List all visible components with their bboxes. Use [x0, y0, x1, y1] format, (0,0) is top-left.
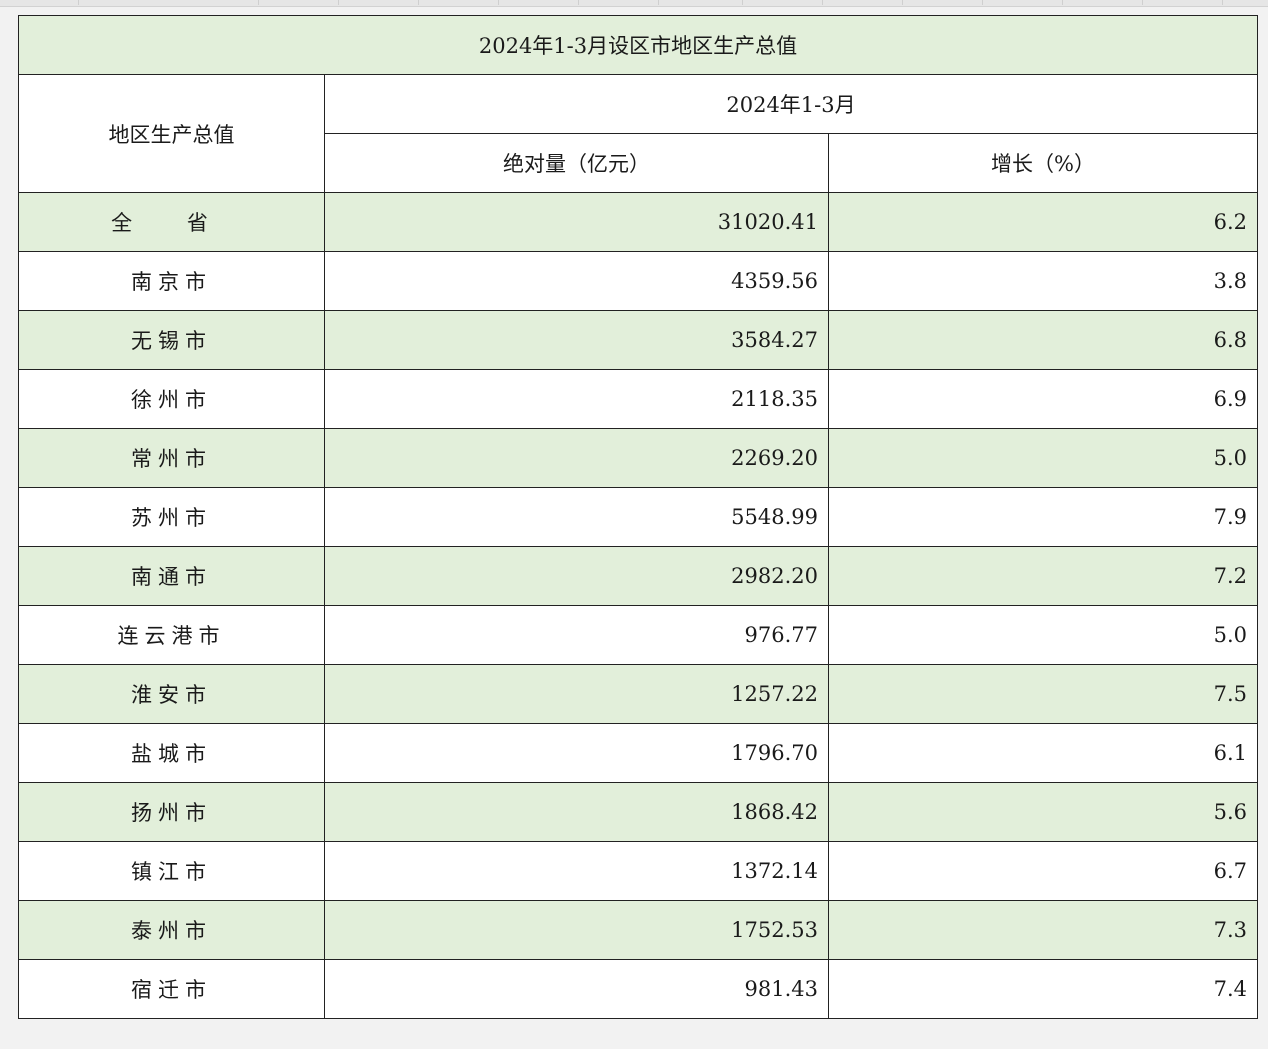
region-cell: 全 省: [18, 192, 325, 252]
region-cell: 盐城市: [18, 723, 325, 783]
row-header-gdp: 地区生产总值: [18, 74, 325, 193]
table-row: 全 省 31020.41 6.2: [18, 192, 1258, 252]
growth-value-cell: 7.5: [828, 664, 1258, 724]
growth-value-cell: 5.0: [828, 428, 1258, 488]
region-cell: 苏州市: [18, 487, 325, 547]
gdp-table: 2024年1-3月设区市地区生产总值 地区生产总值 2024年1-3月 绝对量（…: [18, 15, 1258, 1019]
table-row: 连云港市 976.77 5.0: [18, 605, 1258, 665]
absolute-value-cell: 1372.14: [324, 841, 829, 901]
absolute-value-cell: 1796.70: [324, 723, 829, 783]
region-cell: 连云港市: [18, 605, 325, 665]
region-cell: 徐州市: [18, 369, 325, 429]
absolute-value-cell: 3584.27: [324, 310, 829, 370]
table-row: 宿迁市 981.43 7.4: [18, 959, 1258, 1019]
growth-value-cell: 6.7: [828, 841, 1258, 901]
table-row: 镇江市 1372.14 6.7: [18, 841, 1258, 901]
absolute-value-cell: 4359.56: [324, 251, 829, 311]
period-header: 2024年1-3月: [324, 74, 1258, 134]
table-row: 苏州市 5548.99 7.9: [18, 487, 1258, 547]
table-row: 无锡市 3584.27 6.8: [18, 310, 1258, 370]
growth-value-cell: 3.8: [828, 251, 1258, 311]
col-header-growth: 增长（%）: [828, 133, 1258, 193]
table-row: 泰州市 1752.53 7.3: [18, 900, 1258, 960]
table-row: 徐州市 2118.35 6.9: [18, 369, 1258, 429]
absolute-value-cell: 5548.99: [324, 487, 829, 547]
region-cell: 常州市: [18, 428, 325, 488]
growth-value-cell: 6.8: [828, 310, 1258, 370]
region-cell: 宿迁市: [18, 959, 325, 1019]
absolute-value-cell: 31020.41: [324, 192, 829, 252]
growth-value-cell: 7.9: [828, 487, 1258, 547]
table-title: 2024年1-3月设区市地区生产总值: [18, 15, 1258, 75]
region-cell: 淮安市: [18, 664, 325, 724]
absolute-value-cell: 981.43: [324, 959, 829, 1019]
table-row: 扬州市 1868.42 5.6: [18, 782, 1258, 842]
absolute-value-cell: 2118.35: [324, 369, 829, 429]
region-cell: 无锡市: [18, 310, 325, 370]
absolute-value-cell: 1868.42: [324, 782, 829, 842]
growth-value-cell: 6.2: [828, 192, 1258, 252]
table-row: 淮安市 1257.22 7.5: [18, 664, 1258, 724]
growth-value-cell: 6.1: [828, 723, 1258, 783]
growth-value-cell: 6.9: [828, 369, 1258, 429]
top-toolbar-strip: [0, 0, 1268, 7]
absolute-value-cell: 2269.20: [324, 428, 829, 488]
growth-value-cell: 7.4: [828, 959, 1258, 1019]
region-cell: 南通市: [18, 546, 325, 606]
growth-value-cell: 5.0: [828, 605, 1258, 665]
absolute-value-cell: 2982.20: [324, 546, 829, 606]
table-row: 盐城市 1796.70 6.1: [18, 723, 1258, 783]
table-row: 南京市 4359.56 3.8: [18, 251, 1258, 311]
absolute-value-cell: 1257.22: [324, 664, 829, 724]
col-header-absolute: 绝对量（亿元）: [324, 133, 829, 193]
absolute-value-cell: 976.77: [324, 605, 829, 665]
growth-value-cell: 7.3: [828, 900, 1258, 960]
growth-value-cell: 5.6: [828, 782, 1258, 842]
region-cell: 泰州市: [18, 900, 325, 960]
table-row: 常州市 2269.20 5.0: [18, 428, 1258, 488]
absolute-value-cell: 1752.53: [324, 900, 829, 960]
table-row: 南通市 2982.20 7.2: [18, 546, 1258, 606]
region-cell: 镇江市: [18, 841, 325, 901]
region-cell: 扬州市: [18, 782, 325, 842]
growth-value-cell: 7.2: [828, 546, 1258, 606]
region-cell: 南京市: [18, 251, 325, 311]
gdp-table-container: 2024年1-3月设区市地区生产总值 地区生产总值 2024年1-3月 绝对量（…: [18, 15, 1258, 1019]
